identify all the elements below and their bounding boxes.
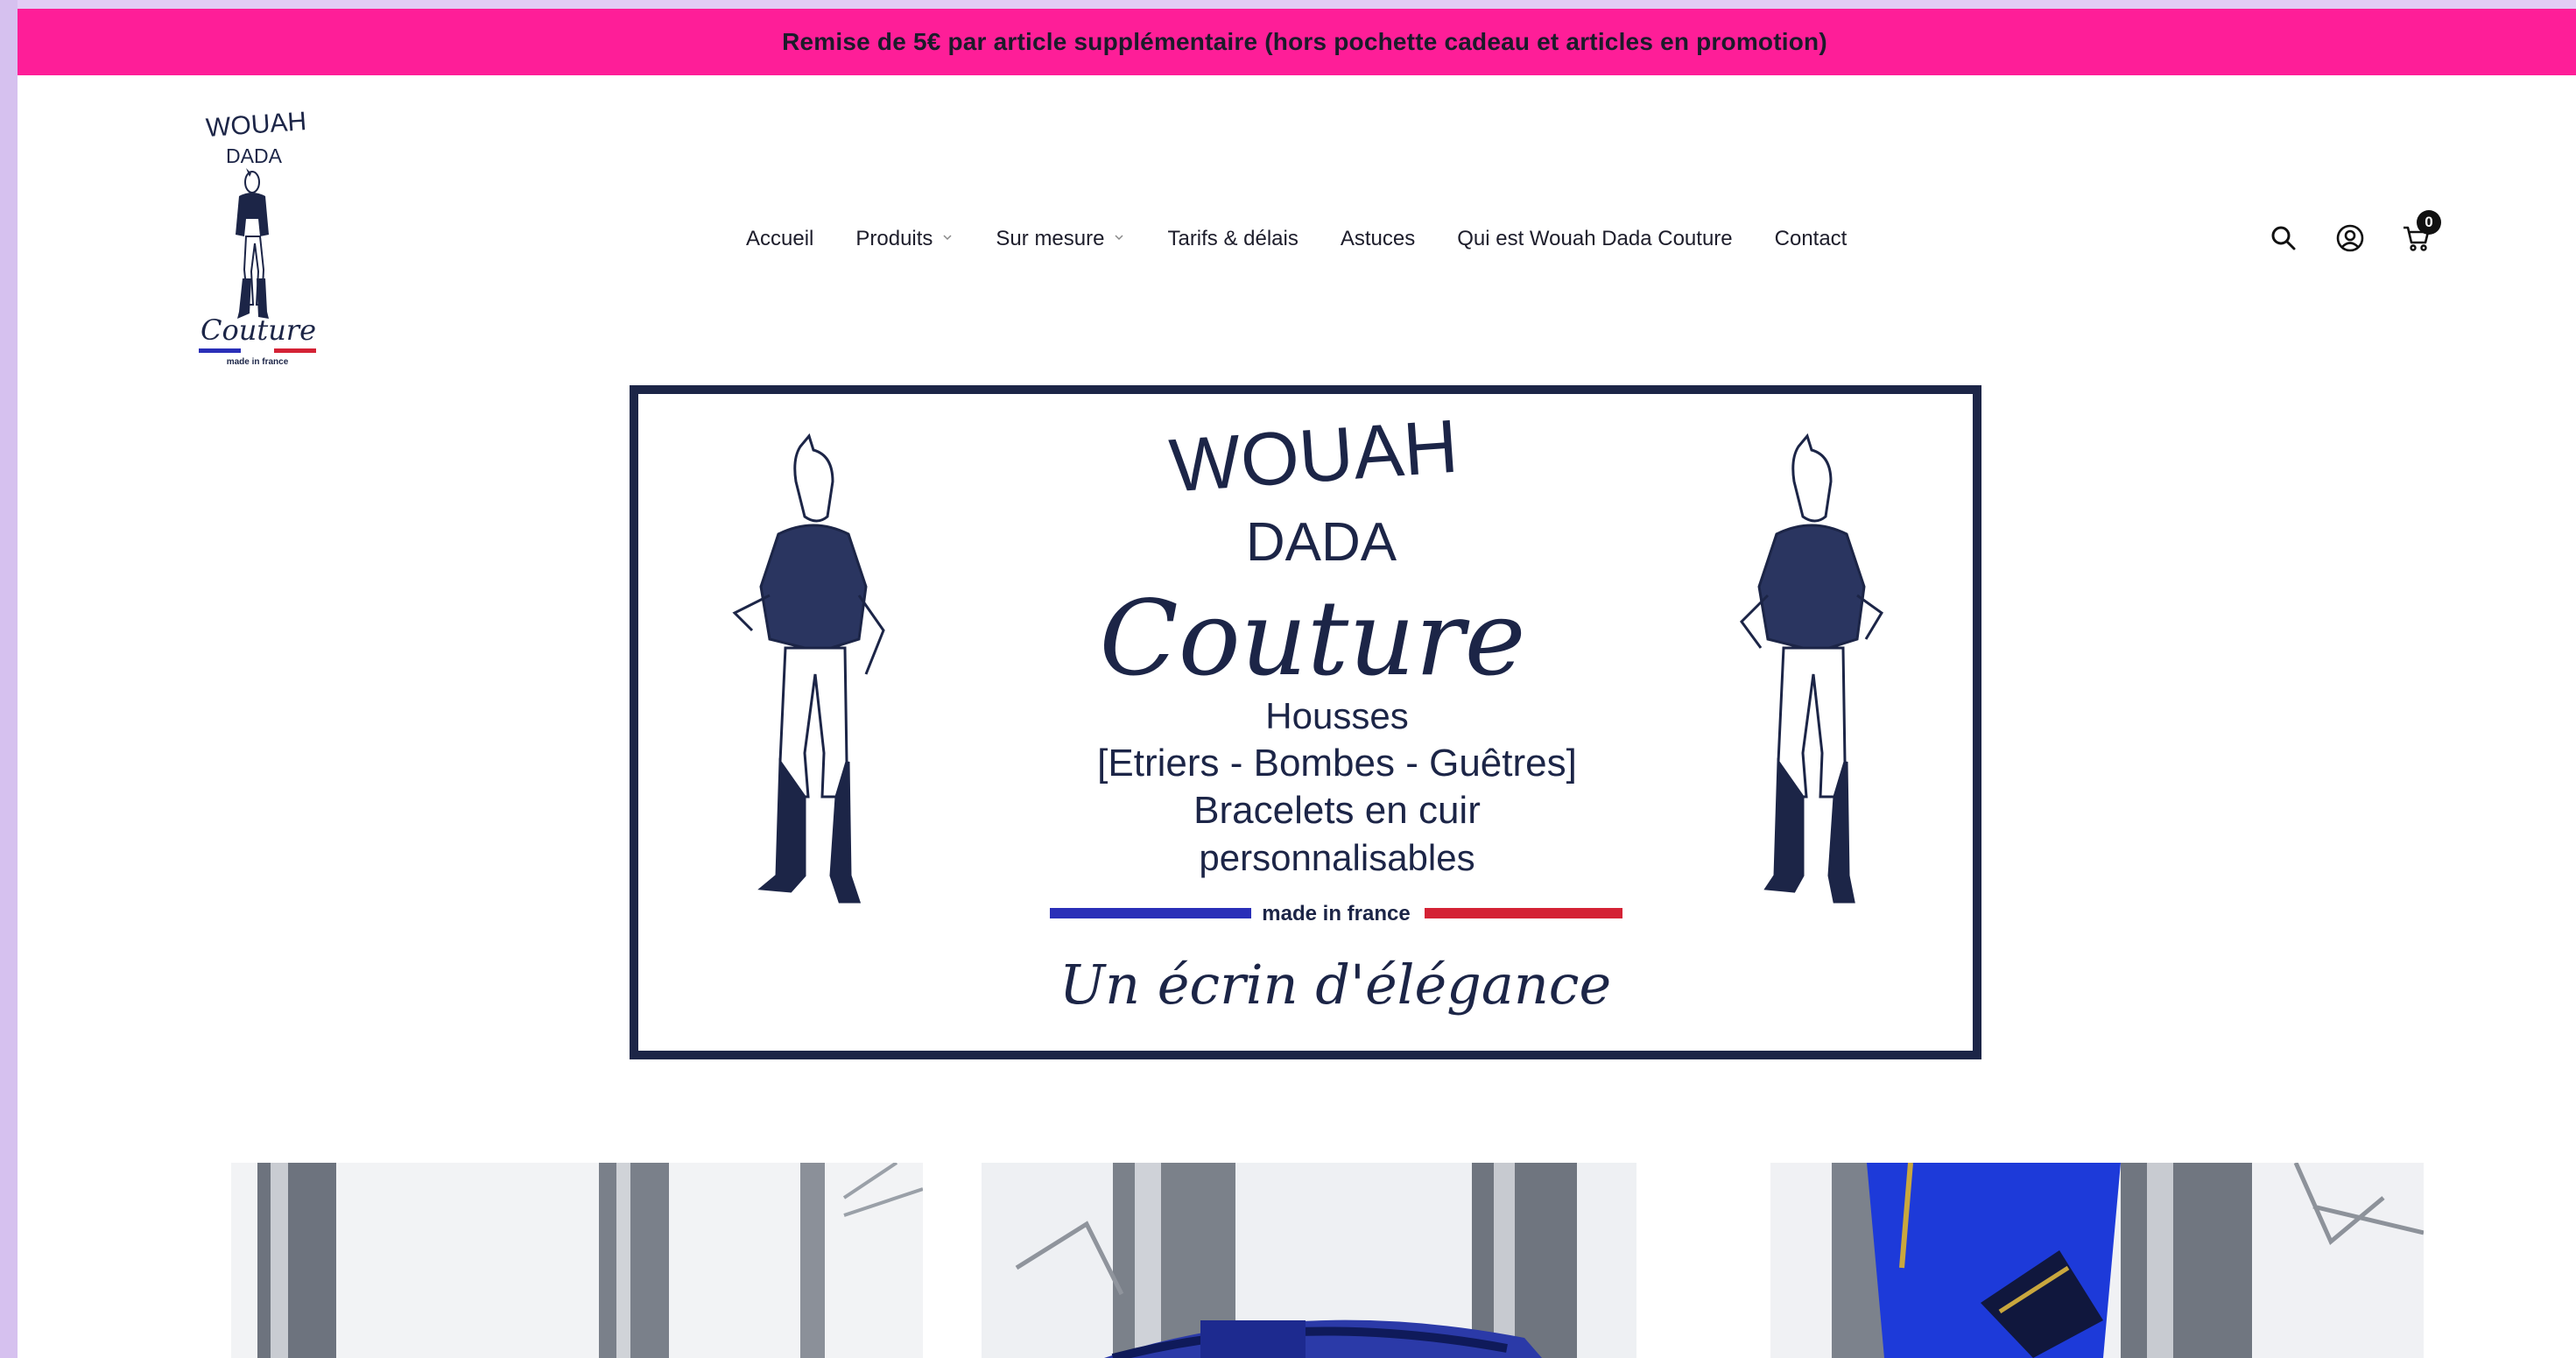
nav-label: Accueil: [746, 227, 814, 250]
logo-rider-figure: [236, 168, 269, 319]
nav-item-sur-mesure[interactable]: Sur mesure: [996, 227, 1125, 251]
nav-item-tarifs-delais[interactable]: Tarifs & délais: [1167, 227, 1298, 251]
cart-count-badge: 0: [2417, 210, 2441, 235]
banner-housses: Housses: [1265, 695, 1408, 736]
logo-flag-red: [274, 348, 316, 353]
banner-made-in-france: made in france: [1262, 902, 1410, 925]
logo-dada-text: DADA: [226, 144, 283, 167]
banner-flag-red: [1425, 908, 1622, 918]
search-icon: [2271, 226, 2296, 250]
nav-label: Astuces: [1340, 227, 1416, 250]
banner-slogan: Un écrin d'élégance: [1059, 953, 1611, 1017]
hero-banner[interactable]: WOUAH DADA Couture Housses [Etriers - Bo…: [630, 385, 1981, 1059]
nav-label: Tarifs & délais: [1167, 227, 1299, 250]
nav-label: Produits: [855, 227, 933, 250]
chevron-down-icon: [943, 235, 952, 241]
main-navigation: Accueil Produits Sur mesure Tarifs & dél…: [746, 222, 1847, 257]
banner-flag-blue: [1050, 908, 1251, 918]
chevron-down-icon: [1115, 235, 1123, 241]
banner-bracelets: Bracelets en cuir: [1193, 789, 1481, 832]
banner-personnalisables: personnalisables: [1199, 837, 1475, 878]
announcement-bar: Remise de 5€ par article supplémentaire …: [18, 9, 2576, 75]
logo-tagline: made in france: [227, 357, 289, 367]
account-button[interactable]: [2333, 221, 2368, 256]
banner-items: [Etriers - Bombes - Guêtres]: [1097, 742, 1577, 785]
desktop-background-left: [0, 0, 18, 1358]
site-logo[interactable]: WOUAH DADA Couture made in france: [188, 103, 337, 370]
banner-dada: DADA: [1246, 512, 1397, 573]
nav-label: Sur mesure: [996, 227, 1105, 250]
pouch-product: [1867, 1163, 2121, 1358]
banner-couture: Couture: [1100, 578, 1526, 699]
browser-page: Remise de 5€ par article supplémentaire …: [18, 9, 2576, 1358]
product-tile-2[interactable]: [982, 1163, 1636, 1358]
nav-item-contact[interactable]: Contact: [1775, 227, 1848, 251]
product-tile-1[interactable]: [231, 1163, 923, 1358]
desktop-background-top: [0, 0, 2576, 9]
nav-item-accueil[interactable]: Accueil: [746, 227, 813, 251]
logo-flag-blue: [199, 348, 241, 353]
nav-label: Qui est Wouah Dada Couture: [1457, 227, 1733, 250]
cart-button[interactable]: 0: [2399, 210, 2441, 256]
logo-couture-text: Couture: [201, 313, 316, 347]
nav-item-qui-est[interactable]: Qui est Wouah Dada Couture: [1457, 227, 1732, 251]
search-button[interactable]: [2266, 221, 2301, 256]
nav-item-produits[interactable]: Produits: [855, 227, 954, 251]
announcement-text: Remise de 5€ par article supplémentaire …: [782, 28, 1827, 55]
user-icon: [2336, 224, 2364, 252]
nav-label: Contact: [1774, 227, 1848, 250]
logo-wouah-text: WOUAH: [205, 107, 307, 143]
product-tile-3[interactable]: [1770, 1163, 2424, 1358]
header-actions: 0: [2266, 210, 2441, 257]
nav-item-astuces[interactable]: Astuces: [1341, 227, 1415, 251]
